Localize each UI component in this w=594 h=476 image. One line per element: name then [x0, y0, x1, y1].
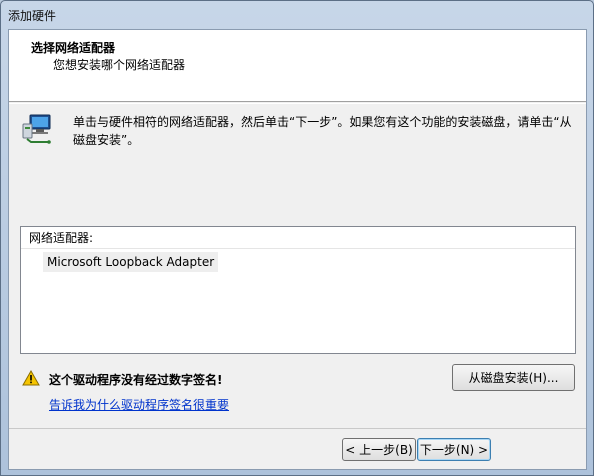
network-adapter-icon [22, 114, 51, 144]
list-column-header: 网络适配器: [21, 227, 575, 249]
dialog-window: 添加硬件 选择网络适配器 您想安装哪个网络适配器 单击与硬件相符的网络适配器，然… [0, 0, 594, 476]
page-subtitle: 您想安装哪个网络适配器 [53, 58, 186, 72]
wizard-header: 选择网络适配器 您想安装哪个网络适配器 [9, 30, 586, 102]
title-bar[interactable]: 添加硬件 [1, 1, 593, 29]
instruction-text: 单击与硬件相符的网络适配器，然后单击“下一步”。如果您有这个功能的安装磁盘，请单… [73, 115, 572, 147]
unsigned-driver-warning: 这个驱动程序没有经过数字签名! [49, 373, 223, 387]
list-item[interactable]: Microsoft Loopback Adapter [43, 252, 219, 272]
warning-icon [22, 370, 40, 386]
driver-signing-help-link[interactable]: 告诉我为什么驱动程序签名很重要 [49, 396, 229, 413]
have-disk-button[interactable]: 从磁盘安装(H)... [452, 364, 575, 391]
adapter-listbox[interactable]: 网络适配器: Microsoft Loopback Adapter [20, 226, 576, 354]
window-title: 添加硬件 [8, 8, 57, 23]
header-divider [9, 103, 586, 104]
footer-divider [9, 428, 586, 429]
dialog-body: 选择网络适配器 您想安装哪个网络适配器 单击与硬件相符的网络适配器，然后单击“下… [8, 29, 587, 470]
page-title: 选择网络适配器 [31, 41, 116, 55]
back-button[interactable]: < 上一步(B) [342, 438, 416, 461]
next-button[interactable]: 下一步(N) > [417, 438, 491, 461]
